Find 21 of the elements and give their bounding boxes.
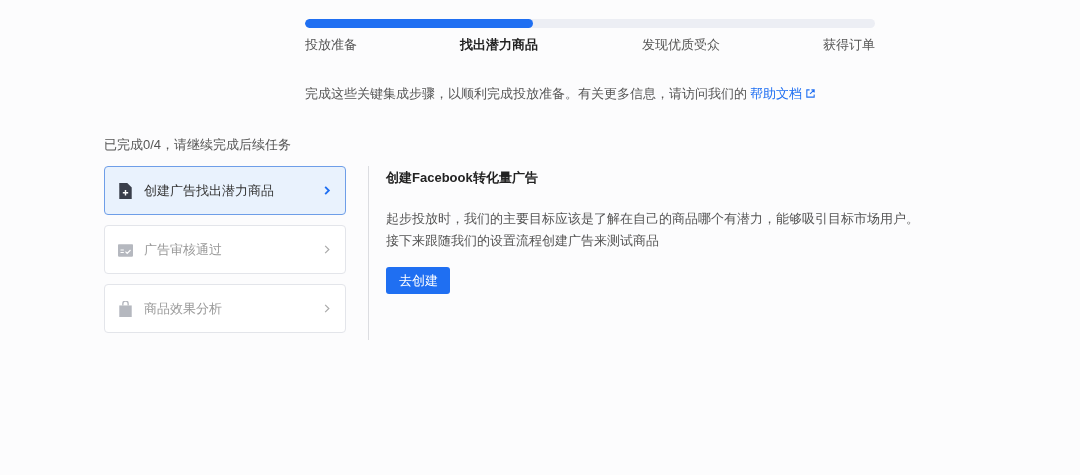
bag-icon bbox=[118, 300, 133, 317]
task-item[interactable]: 创建广告找出潜力商品 bbox=[104, 166, 346, 215]
intro-text: 完成这些关键集成步骤，以顺利完成投放准备。有关更多信息，请访问我们的 帮助文档 bbox=[305, 86, 875, 103]
calendar-check-icon bbox=[118, 241, 133, 258]
detail-text: 起步投放时，我们的主要目标应该是了解在自己的商品哪个有潜力，能够吸引目标市场用户。 bbox=[386, 211, 919, 228]
detail-title: 创建Facebook转化量广告 bbox=[386, 169, 539, 187]
detail-text: 接下来跟随我们的设置流程创建广告来测试商品 bbox=[386, 233, 660, 250]
step-label: 获得订单 bbox=[823, 36, 875, 54]
task-item[interactable]: 商品效果分析 bbox=[104, 284, 346, 333]
create-button[interactable]: 去创建 bbox=[386, 267, 450, 294]
step-label: 投放准备 bbox=[305, 36, 357, 54]
step-label: 发现优质受众 bbox=[641, 36, 720, 54]
chevron-right-icon bbox=[323, 244, 331, 255]
chevron-right-icon bbox=[323, 185, 331, 196]
document-plus-icon bbox=[118, 182, 133, 199]
task-item[interactable]: 广告审核通过 bbox=[104, 225, 346, 274]
chevron-right-icon bbox=[323, 303, 331, 314]
completion-text: 已完成0/4，请继续完成后续任务 bbox=[104, 136, 293, 154]
help-docs-link[interactable]: 帮助文档 bbox=[750, 87, 816, 101]
step-label: 找出潜力商品 bbox=[460, 36, 539, 54]
external-link-icon bbox=[805, 88, 816, 99]
